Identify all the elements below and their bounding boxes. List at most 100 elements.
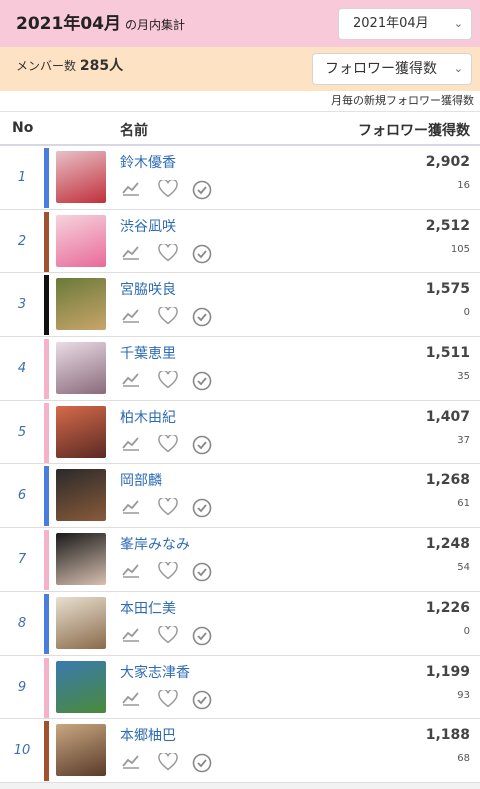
member-count-label: メンバー数 — [16, 59, 77, 73]
heart-icon[interactable] — [158, 369, 178, 393]
chevron-down-icon: ⌄ — [453, 62, 463, 75]
follower-count: 1,199 — [425, 663, 470, 680]
avatar[interactable] — [56, 660, 106, 713]
member-name[interactable]: 宮脇咲良 — [120, 279, 176, 299]
check-circle-icon[interactable] — [192, 562, 212, 586]
team-color-bar — [44, 148, 49, 208]
heart-icon[interactable] — [158, 624, 178, 648]
team-color-bar — [44, 593, 49, 654]
heart-icon[interactable] — [158, 242, 178, 266]
team-color-bar — [44, 211, 49, 272]
heart-icon[interactable] — [158, 433, 178, 457]
chart-icon[interactable] — [122, 244, 140, 264]
col-count: フォロワー獲得数 — [358, 123, 470, 139]
avatar[interactable] — [56, 469, 106, 522]
heart-icon[interactable] — [158, 497, 178, 520]
subnote: 月毎の新規フォロワー獲得数 — [0, 91, 480, 111]
check-circle-icon[interactable] — [192, 371, 212, 395]
table-row[interactable]: 4 千葉恵里 1,511 35 — [0, 337, 480, 401]
chart-icon[interactable] — [122, 307, 140, 327]
chart-icon[interactable] — [122, 498, 140, 518]
member-bar: メンバー数 285人 フォロワー獲得数 ⌄ — [0, 47, 480, 91]
heart-icon[interactable] — [158, 560, 178, 584]
member-count-value: 285人 — [79, 58, 124, 74]
table-row[interactable]: 8 本田仁美 1,226 0 — [0, 591, 480, 656]
chart-icon[interactable] — [122, 753, 140, 773]
title-suffix: の月内集計 — [124, 18, 185, 32]
rank-number: 8 — [17, 615, 27, 631]
table-row[interactable]: 3 宮脇咲良 1,575 0 — [0, 273, 480, 338]
team-color-bar — [44, 275, 49, 336]
team-color-bar — [44, 657, 49, 718]
team-color-bar — [44, 466, 49, 527]
table-row[interactable]: 7 峯岸みなみ 1,248 54 — [0, 528, 480, 592]
avatar[interactable] — [56, 724, 106, 777]
avatar[interactable] — [56, 596, 106, 649]
avatar[interactable] — [56, 278, 106, 331]
follower-sub-count: 35 — [457, 371, 470, 383]
check-circle-icon[interactable] — [192, 690, 212, 714]
heart-icon[interactable] — [158, 306, 178, 329]
col-name: 名前 — [120, 123, 148, 139]
rank-number: 3 — [17, 297, 27, 313]
table-row[interactable]: 2 渋谷凪咲 2,512 105 — [0, 209, 480, 274]
chart-icon[interactable] — [122, 690, 140, 710]
check-circle-icon[interactable] — [192, 753, 212, 777]
follower-count: 2,512 — [425, 217, 470, 234]
member-name[interactable]: 柏木由紀 — [120, 407, 176, 427]
avatar[interactable] — [56, 533, 106, 586]
team-color-bar — [44, 530, 49, 591]
month-select-value: 2021年04月 — [353, 16, 429, 31]
check-circle-icon[interactable] — [192, 498, 212, 522]
table-row[interactable]: 10 本郷柚巴 1,188 68 — [0, 719, 480, 783]
heart-icon[interactable] — [158, 751, 178, 775]
chart-icon[interactable] — [122, 562, 140, 582]
check-circle-icon[interactable] — [192, 307, 212, 331]
follower-count: 1,575 — [425, 281, 470, 298]
member-name[interactable]: 本田仁美 — [120, 598, 176, 618]
heart-icon[interactable] — [158, 688, 178, 712]
chart-icon[interactable] — [122, 435, 140, 455]
chart-icon[interactable] — [122, 180, 140, 200]
follower-sub-count: 105 — [450, 243, 470, 255]
table-row[interactable]: 9 大家志津香 1,199 93 — [0, 655, 480, 720]
heart-icon[interactable] — [158, 178, 178, 202]
avatar[interactable] — [56, 405, 106, 458]
col-no: No — [12, 120, 34, 136]
check-circle-icon[interactable] — [192, 435, 212, 459]
member-name[interactable]: 渋谷凪咲 — [120, 216, 176, 236]
follower-count: 1,407 — [425, 408, 470, 425]
member-name[interactable]: 鈴木優香 — [120, 152, 176, 172]
avatar[interactable] — [56, 151, 106, 203]
table-row[interactable]: 6 岡部麟 1,268 61 — [0, 464, 480, 529]
check-circle-icon[interactable] — [192, 244, 212, 268]
table-row[interactable]: 5 柏木由紀 1,407 37 — [0, 400, 480, 465]
rank-number: 5 — [17, 424, 27, 440]
follower-count: 2,902 — [425, 154, 470, 170]
avatar[interactable] — [56, 214, 106, 267]
member-name[interactable]: 岡部麟 — [120, 470, 162, 490]
table-header: No 名前 フォロワー獲得数 — [0, 111, 480, 146]
follower-sub-count: 16 — [457, 180, 470, 191]
sort-select[interactable]: フォロワー獲得数 ⌄ — [312, 53, 472, 85]
member-name[interactable]: 本郷柚巴 — [120, 725, 176, 745]
avatar[interactable] — [56, 342, 106, 395]
month-title: 2021年04月 — [16, 14, 121, 34]
month-select[interactable]: 2021年04月 ⌄ — [338, 8, 472, 40]
follower-sub-count: 54 — [457, 562, 470, 574]
follower-sub-count: 68 — [457, 753, 470, 765]
chart-icon[interactable] — [122, 371, 140, 391]
team-color-bar — [44, 721, 49, 782]
check-circle-icon[interactable] — [192, 180, 212, 204]
member-name[interactable]: 千葉恵里 — [120, 343, 176, 363]
rank-number: 2 — [17, 233, 27, 249]
member-name[interactable]: 峯岸みなみ — [120, 534, 190, 554]
member-name[interactable]: 大家志津香 — [120, 662, 190, 682]
team-color-bar — [44, 339, 49, 400]
rank-number: 6 — [17, 488, 27, 504]
check-circle-icon[interactable] — [192, 626, 212, 650]
member-count: メンバー数 285人 — [16, 55, 123, 75]
table-row[interactable]: 1 鈴木優香 2,902 16 — [0, 146, 480, 210]
rank-number: 4 — [17, 361, 27, 377]
chart-icon[interactable] — [122, 626, 140, 646]
